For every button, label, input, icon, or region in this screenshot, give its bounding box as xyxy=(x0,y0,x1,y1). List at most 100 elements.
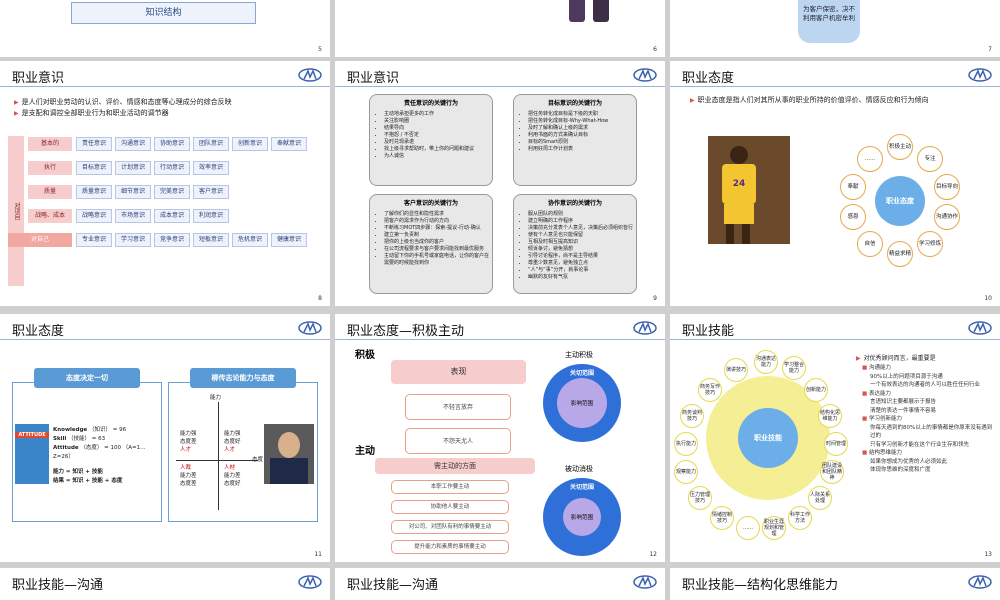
petal-execution: 执行能力 xyxy=(674,432,698,456)
slide-7[interactable]: 为客户保密，决不利用客户机密牟利 7 xyxy=(670,0,1000,57)
cell-shortboard[interactable]: 短板意识 xyxy=(193,233,229,247)
title-divider xyxy=(0,339,330,340)
petal-gratitude: 感恩 xyxy=(840,204,866,230)
title-divider xyxy=(670,339,1000,340)
page-number: 6 xyxy=(653,46,657,53)
page-number: 9 xyxy=(653,295,657,302)
y-axis-line xyxy=(218,402,219,510)
quadrant-diagram: 能力 态度 能力强 态度差 人才 能力强 态度好 人才 人裁 能力差 态度差 人材 能力差 态度… xyxy=(174,394,264,514)
slide-title: 职业技能—沟通 xyxy=(12,578,104,593)
slide-14[interactable]: 职业技能—沟通 xyxy=(0,568,330,600)
petal-relationships: 人际关系处理 xyxy=(808,486,832,510)
group-expression: ■ 表达能力 xyxy=(862,390,891,397)
petal-collaboration: 沟通协作 xyxy=(934,204,960,230)
slide-6[interactable]: 6 xyxy=(335,0,665,57)
cell-innovation[interactable]: 创新意识 xyxy=(232,137,268,151)
cell-detail[interactable]: 细节意识 xyxy=(115,185,151,199)
petal-innovation: 创新能力 xyxy=(804,378,828,402)
cell-efficiency[interactable]: 效率意识 xyxy=(193,161,229,175)
petal-learning: 学习整合能力 xyxy=(782,356,806,380)
sun-center: 职业技能 xyxy=(738,408,798,468)
petal-dedication: 奉献 xyxy=(840,174,866,200)
cell-profit[interactable]: 利润意识 xyxy=(193,209,229,223)
cell-learning[interactable]: 学习意识 xyxy=(115,233,151,247)
slide-title: 职业意识 xyxy=(347,71,400,86)
cell-responsibility[interactable]: 责任意识 xyxy=(76,137,112,151)
cell-communication[interactable]: 沟通意识 xyxy=(115,137,151,151)
formula-block: Knowledge （知识） = 96 Skill （技能） = 63 Atti… xyxy=(53,426,158,486)
cell-assist[interactable]: 协助意识 xyxy=(154,137,190,151)
slide-11[interactable]: 职业态度 态度决定一切 柳传志论能力与态度 ATTITUDE Knowledge… xyxy=(0,314,330,562)
x-axis-line xyxy=(176,460,258,461)
cell-action[interactable]: 行动意识 xyxy=(154,161,190,175)
page-number: 8 xyxy=(318,295,322,302)
row-label-basic: 基本的 xyxy=(28,137,72,151)
cell-goal[interactable]: 目标意识 xyxy=(76,161,112,175)
petal-confidence: 自信 xyxy=(857,231,883,257)
result-outcome: 结果 = 知识 + 技能 + 态度 xyxy=(53,478,123,484)
portrait-photo xyxy=(264,424,314,484)
cell-cost[interactable]: 成本意识 xyxy=(154,209,190,223)
no-complaints-box: 不怨天尤人 xyxy=(405,428,511,454)
cell-dedication[interactable]: 奉献意识 xyxy=(271,137,307,151)
slide-15[interactable]: 职业技能—沟通 xyxy=(335,568,665,600)
never-give-up-box: 不轻言放弃 xyxy=(405,394,511,420)
petal-business-writing: 商务写作技巧 xyxy=(698,378,722,402)
slide-10[interactable]: 职业态度 ▶ 职业态度是指人们对其所从事的职业所持的价值评价、情感反应和行为倾向 … xyxy=(670,61,1000,306)
cell-perfect[interactable]: 完美意识 xyxy=(154,185,190,199)
triangle-bullet-icon: ▶ xyxy=(14,99,19,106)
title-divider xyxy=(0,86,330,87)
cell-market[interactable]: 市场意识 xyxy=(115,209,151,223)
y-axis-label: 能力 xyxy=(210,395,222,401)
petal-team-building: 团队建设和团队精神 xyxy=(820,460,844,484)
petal-speech: 演讲技巧 xyxy=(724,358,748,382)
title-divider xyxy=(335,86,665,87)
label-active: 主动 xyxy=(355,446,375,457)
cell-health[interactable]: 健康意识 xyxy=(271,233,307,247)
influence-circle: 影响范围 xyxy=(557,378,607,428)
basketball-player-photo: 24 xyxy=(708,136,790,244)
triangle-bullet-icon: ▶ xyxy=(14,110,19,117)
cell-plan[interactable]: 计划意识 xyxy=(115,161,151,175)
page-number: 5 xyxy=(318,46,322,53)
group-communication: ■ 沟通能力 xyxy=(862,365,891,371)
slide-5[interactable]: 知识结构 5 xyxy=(0,0,330,57)
goal-behaviors-box: 目标意识的关键行为 把任务转化成目标是下级的天职 把任务转化成目标-Why-Wh… xyxy=(513,94,637,186)
skills-explanation: ▶ 对优秀顾问而言，最重要是 ■ 沟通能力 90%以上的问题项目源于沟通 一个有效… xyxy=(856,354,996,475)
slide-12[interactable]: 职业态度—积极主动 积极 主动 表现 不轻言放弃 不怨天尤人 需主动的方面 本职… xyxy=(335,314,665,562)
behavior-list: 主动地承担更多的工作 关注影响圈 结果导向 不抱怨 / 不否定 及时兑现承诺 找… xyxy=(384,111,492,160)
formula-row-skill: Skill （技能） = 63 xyxy=(53,436,106,442)
slide-8[interactable]: 职业意识 ▶ 是人们对职业劳动的认识、评价、情感和态度等心理成分的综合反映 ▶ 是支… xyxy=(0,61,330,306)
slide-9[interactable]: 职业意识 责任意识的关键行为 主动地承担更多的工作 关注影响圈 结果导向 不抱怨… xyxy=(335,61,665,306)
slide-title: 职业技能 xyxy=(682,324,735,339)
petal-proactive: 积极主动 xyxy=(887,134,913,160)
active-item-company: 对公司、对团队有利的事情要主动 xyxy=(391,520,509,534)
slide-title: 职业意识 xyxy=(12,71,65,86)
petal-emotion-control: 情绪控制技巧 xyxy=(710,506,734,530)
customer-behaviors-box: 客户意识的关键行为 了解你们的显性和隐性需求 把客户的需求作为行动的方向 不断练… xyxy=(369,194,493,294)
cell-crisis[interactable]: 危机意识 xyxy=(232,233,268,247)
slide-16[interactable]: 职业技能—结构化思维能力 xyxy=(670,568,1000,600)
liu-chuanzhi-button[interactable]: 柳传志论能力与态度 xyxy=(190,368,296,388)
cell-customer[interactable]: 客户意识 xyxy=(193,185,229,199)
petal-work-methods: 科学工作方法 xyxy=(788,506,812,530)
passive-circle-title: 被动消极 xyxy=(565,465,593,473)
title-divider xyxy=(335,339,665,340)
active-areas-header: 需主动的方面 xyxy=(375,458,535,474)
attitude-book-cover: ATTITUDE xyxy=(15,424,49,484)
petal-learning: 学习修炼 xyxy=(917,231,943,257)
behavior-list: 了解你们的显性和隐性需求 把客户的需求作为行动的方向 不断练习MOT四步骤：探索… xyxy=(384,211,492,267)
company-logo-icon xyxy=(633,321,657,335)
company-logo-icon xyxy=(298,321,322,335)
knowledge-structure-button[interactable]: 知识结构 xyxy=(71,2,256,24)
company-logo-icon xyxy=(633,68,657,82)
cell-competition[interactable]: 竞争意识 xyxy=(154,233,190,247)
cell-professional[interactable]: 专业意识 xyxy=(76,233,112,247)
cell-team[interactable]: 团队意识 xyxy=(193,137,229,151)
cell-quality[interactable]: 质量意识 xyxy=(76,185,112,199)
attitude-decides-all-button[interactable]: 态度决定一切 xyxy=(34,368,140,388)
definition-bullet: ▶ 职业态度是指人们对其所从事的职业所持的价值评价、情感反应和行为倾向 xyxy=(690,96,929,104)
company-logo-icon xyxy=(968,575,992,589)
slide-13[interactable]: 职业技能 职业技能 沟通表达能力 学习整合能力 创新能力 结构化思维能力 时间管… xyxy=(670,314,1000,562)
cell-strategy[interactable]: 战略意识 xyxy=(76,209,112,223)
